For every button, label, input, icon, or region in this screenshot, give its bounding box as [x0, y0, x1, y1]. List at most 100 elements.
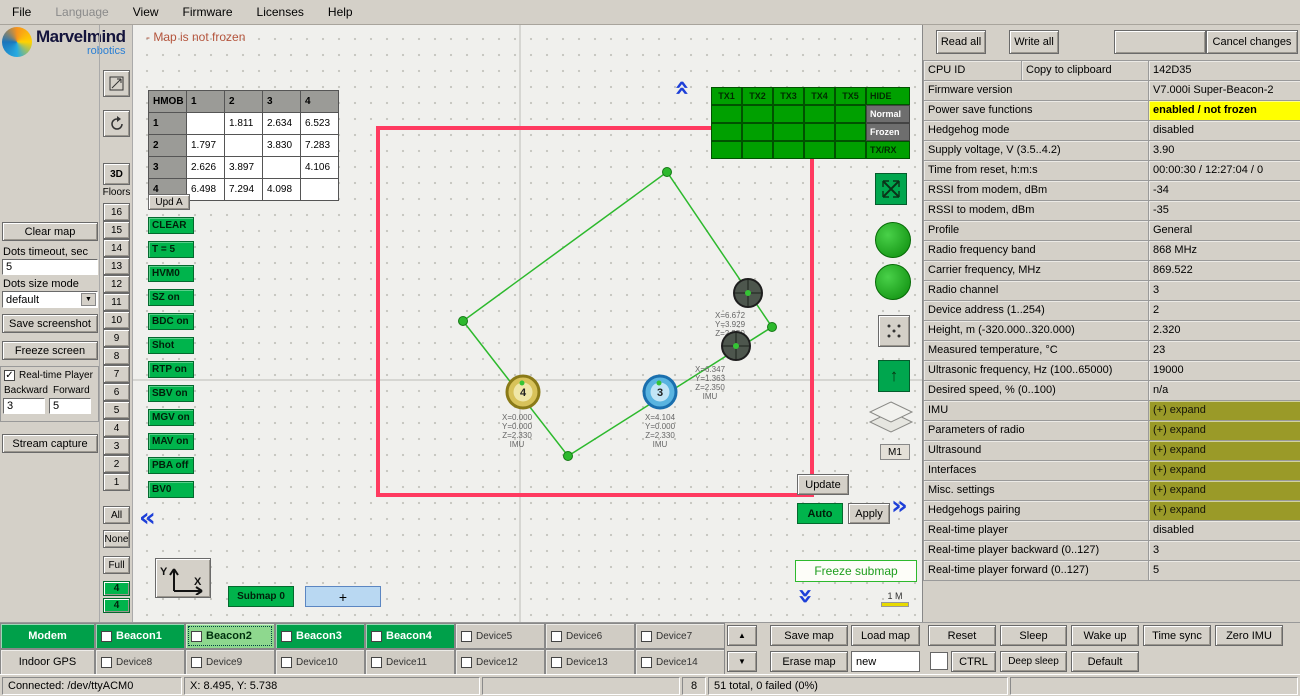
add-submap-button[interactable]: +	[305, 586, 381, 607]
default-button[interactable]: Default	[1071, 651, 1139, 672]
device-cell-beacon3[interactable]: Beacon3	[275, 623, 365, 649]
floor-button-13[interactable]: 13	[103, 257, 130, 275]
floors-full-button[interactable]: Full	[103, 556, 130, 574]
tx-cell[interactable]	[835, 141, 866, 159]
dots-pattern-button[interactable]	[878, 315, 910, 347]
map-button-mav-on[interactable]: MAV on	[148, 433, 194, 450]
auto-button[interactable]: Auto	[797, 503, 843, 524]
device-cell-device9[interactable]: Device9	[185, 649, 275, 675]
menu-language[interactable]: Language	[43, 5, 120, 19]
checkbox[interactable]	[371, 657, 382, 668]
map-button-sz-on[interactable]: SZ on	[148, 289, 194, 306]
save-screenshot-button[interactable]: Save screenshot	[2, 314, 98, 333]
menu-licenses[interactable]: Licenses	[245, 5, 316, 19]
device-cell-modem[interactable]: Modem	[0, 623, 95, 649]
move-up-button[interactable]: ↑	[878, 360, 910, 392]
menu-view[interactable]: View	[121, 5, 171, 19]
floor-green-button-1[interactable]: 4	[103, 581, 130, 596]
submap-vertex-handle[interactable]	[459, 317, 468, 326]
forward-input[interactable]: 5	[49, 398, 91, 414]
save-map-button[interactable]: Save map	[770, 625, 848, 646]
checkbox[interactable]	[281, 657, 292, 668]
dots-timeout-input[interactable]: 5	[2, 259, 98, 275]
floor-button-1[interactable]: 1	[103, 473, 130, 491]
menu-help[interactable]: Help	[316, 5, 365, 19]
device-cell-beacon4[interactable]: Beacon4	[365, 623, 455, 649]
device-cell-device12[interactable]: Device12	[455, 649, 545, 675]
stream-capture-button[interactable]: Stream capture	[2, 434, 98, 453]
checkbox[interactable]	[101, 631, 112, 642]
device-cell-beacon1[interactable]: Beacon1	[95, 623, 185, 649]
floor-button-9[interactable]: 9	[103, 329, 130, 347]
device-cell-device7[interactable]: Device7	[635, 623, 725, 649]
menu-firmware[interactable]: Firmware	[171, 5, 245, 19]
tx-cell[interactable]	[835, 123, 866, 141]
checkbox[interactable]	[191, 657, 202, 668]
device-cell-device14[interactable]: Device14	[635, 649, 725, 675]
param-expand-button[interactable]: (+) expand	[1149, 461, 1300, 481]
map-button-pba-off[interactable]: PBA off	[148, 457, 194, 474]
floors-all-button[interactable]: All	[103, 506, 130, 524]
map-button-bdc-on[interactable]: BDC on	[148, 313, 194, 330]
tx-cell[interactable]	[804, 123, 835, 141]
selection-rectangle[interactable]	[378, 128, 812, 495]
axis-orientation-button[interactable]: Y X	[155, 558, 211, 598]
checkbox[interactable]	[371, 631, 382, 642]
apply-button[interactable]: Apply	[848, 503, 890, 524]
apply-next-chevron-icon[interactable]: »	[891, 495, 908, 517]
tx-cell[interactable]	[742, 141, 773, 159]
floor-button-6[interactable]: 6	[103, 383, 130, 401]
tx-cell[interactable]	[742, 123, 773, 141]
load-map-button[interactable]: Load map	[851, 625, 920, 646]
floor-button-8[interactable]: 8	[103, 347, 130, 365]
device-cell-beacon2[interactable]: Beacon2	[185, 623, 275, 649]
floor-button-4[interactable]: 4	[103, 419, 130, 437]
checkbox[interactable]	[191, 631, 202, 642]
zoom-in-button[interactable]	[875, 222, 911, 258]
tx-cell[interactable]	[773, 123, 804, 141]
floor-button-2[interactable]: 2	[103, 455, 130, 473]
map-area[interactable]: X=6.672Y=3.929Z=2.350X=6.347Y=1.363Z=2.3…	[133, 25, 922, 622]
tx-cell[interactable]: TX4	[804, 87, 835, 105]
read-all-button[interactable]: Read all	[936, 30, 986, 54]
device-scroll-down-button[interactable]: ▼	[727, 651, 757, 672]
upd-a-button[interactable]: Upd A	[148, 194, 190, 210]
param-expand-button[interactable]: (+) expand	[1149, 401, 1300, 421]
pan-left-chevron-icon[interactable]: «	[139, 507, 156, 529]
chevron-down-icon[interactable]: ▼	[81, 293, 96, 306]
device-cell-device8[interactable]: Device8	[95, 649, 185, 675]
floor-button-3[interactable]: 3	[103, 437, 130, 455]
tx-cell[interactable]	[711, 141, 742, 159]
rotate-view-button[interactable]	[103, 110, 130, 137]
tx-cell[interactable]	[804, 141, 835, 159]
pan-down-chevron-icon[interactable]: »	[797, 585, 814, 607]
zoom-out-button[interactable]	[875, 264, 911, 300]
floor-button-12[interactable]: 12	[103, 275, 130, 293]
tx-cell[interactable]: TX3	[773, 87, 804, 105]
tx-cell[interactable]	[773, 141, 804, 159]
tx-cell[interactable]: TX1	[711, 87, 742, 105]
map-button-rtp-on[interactable]: RTP on	[148, 361, 194, 378]
realtime-player-checkbox[interactable]: ✓	[4, 370, 15, 381]
map-button-t-5[interactable]: T = 5	[148, 241, 194, 258]
tx-cell[interactable]	[773, 105, 804, 123]
map-button-clear[interactable]: CLEAR	[148, 217, 194, 234]
fit-zoom-button[interactable]	[875, 173, 907, 205]
checkbox[interactable]	[281, 631, 292, 642]
device-cell-device13[interactable]: Device13	[545, 649, 635, 675]
map-button-sbv-on[interactable]: SBV on	[148, 385, 194, 402]
floor-button-10[interactable]: 10	[103, 311, 130, 329]
ctrl-checkbox[interactable]	[930, 652, 948, 670]
map-button-shot[interactable]: Shot	[148, 337, 194, 354]
floor-green-button-2[interactable]: 4	[103, 598, 130, 613]
map-button-mgv-on[interactable]: MGV on	[148, 409, 194, 426]
beacon-4[interactable]: 4	[507, 376, 539, 408]
sleep-button[interactable]: Sleep	[1000, 625, 1067, 646]
write-all-button[interactable]: Write all	[1009, 30, 1059, 54]
tx-cell[interactable]	[711, 105, 742, 123]
copy-to-clipboard-button[interactable]: Copy to clipboard	[1022, 61, 1149, 81]
map-button-bv0[interactable]: BV0	[148, 481, 194, 498]
dots-size-select[interactable]: default ▼	[2, 291, 98, 308]
device-cell-device6[interactable]: Device6	[545, 623, 635, 649]
device-scroll-up-button[interactable]: ▲	[727, 625, 757, 646]
